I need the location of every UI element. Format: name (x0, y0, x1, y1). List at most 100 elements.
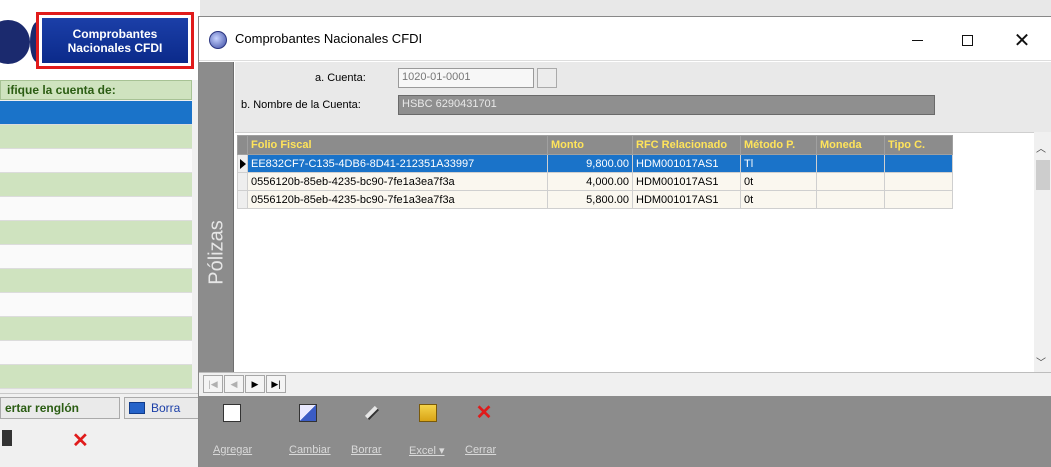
list-row[interactable] (0, 173, 192, 197)
scroll-down-icon[interactable]: ﹀ (1036, 354, 1046, 369)
cell-monto[interactable]: 4,000.00 (547, 172, 633, 191)
table-row[interactable]: EE832CF7-C135-4DB6-8D41-212351A33997 9,8… (237, 154, 953, 173)
app-logo (0, 20, 30, 64)
last-record-icon: ▶| (271, 378, 281, 389)
background-topbar: Comprobantes Nacionales CFDI (0, 0, 200, 80)
record-navigator: |◀ ◀ ▶ ▶| (199, 372, 1051, 396)
list-row[interactable] (0, 269, 192, 293)
cell-rfc[interactable]: HDM001017AS1 (632, 172, 741, 191)
cerrar-button[interactable]: ✕ Cerrar (465, 400, 507, 462)
scroll-up-icon[interactable]: ︿ (1036, 140, 1046, 155)
column-header-monto[interactable]: Monto (547, 135, 633, 155)
list-row[interactable] (0, 197, 192, 221)
grid-vertical-scrollbar[interactable]: ︿ ﹀ (1034, 132, 1051, 372)
list-row[interactable] (0, 317, 192, 341)
nombre-cuenta-label: b. Nombre de la Cuenta: (241, 99, 361, 111)
close-button[interactable]: ✕ (999, 25, 1045, 55)
maximize-button[interactable] (944, 25, 990, 55)
borrar-button[interactable]: Borrar (351, 400, 393, 462)
cell-monto[interactable]: 9,800.00 (547, 154, 633, 173)
first-record-icon: |◀ (208, 378, 218, 389)
nombre-cuenta-field[interactable]: HSBC 6290431701 (398, 95, 935, 115)
comprobantes-nacionales-label: Comprobantes Nacionales CFDI (42, 18, 188, 63)
polizas-tab-label: Pólizas (205, 219, 228, 285)
row-indicator-header (237, 135, 248, 155)
cell-rfc[interactable]: HDM001017AS1 (632, 154, 741, 173)
prev-record-icon: ◀ (230, 378, 238, 389)
nav-prev-button[interactable]: ◀ (224, 375, 244, 393)
cambiar-button[interactable]: Cambiar (289, 400, 331, 462)
column-header-rfc[interactable]: RFC Relacionado (632, 135, 741, 155)
comprobantes-nacionales-button[interactable]: Comprobantes Nacionales CFDI (36, 12, 194, 69)
list-row[interactable] (0, 221, 192, 245)
list-row[interactable] (0, 125, 192, 149)
window-title: Comprobantes Nacionales CFDI (235, 31, 423, 46)
delete-button-label: Borra (151, 401, 181, 415)
column-header-tipo[interactable]: Tipo C. (884, 135, 953, 155)
list-row[interactable] (0, 365, 192, 389)
cell-monto[interactable]: 5,800.00 (547, 190, 633, 209)
cell-folio[interactable]: 0556120b-85eb-4235-bc90-7fe1a3ea7f3a (247, 172, 548, 191)
cuenta-input[interactable]: 1020-01-0001 (398, 68, 534, 88)
cell-metodo[interactable]: 0t (740, 190, 817, 209)
excel-button[interactable]: Excel ▾ (409, 400, 451, 462)
document-icon[interactable] (2, 430, 12, 446)
agregar-label: Agregar (213, 444, 253, 456)
row-indicator (237, 154, 248, 173)
cell-metodo[interactable]: 0t (740, 172, 817, 191)
cfdi-table: Folio Fiscal Monto RFC Relacionado Métod… (237, 135, 953, 209)
next-record-icon: ▶ (251, 378, 259, 389)
nav-last-button[interactable]: ▶| (266, 375, 286, 393)
window-titlebar[interactable]: Comprobantes Nacionales CFDI ✕ (199, 17, 1051, 61)
maximize-icon (961, 34, 973, 46)
close-x-icon[interactable]: ✕ (72, 428, 89, 453)
cell-moneda[interactable] (816, 154, 885, 173)
list-row[interactable] (0, 341, 192, 365)
list-row[interactable] (0, 293, 192, 317)
polizas-tab-label-wrap: Pólizas (201, 202, 233, 302)
cell-folio[interactable]: EE832CF7-C135-4DB6-8D41-212351A33997 (247, 154, 548, 173)
cell-tipo[interactable] (884, 154, 953, 173)
minimize-button[interactable] (894, 25, 940, 55)
cell-moneda[interactable] (816, 172, 885, 191)
account-header-label: ifique la cuenta de: (0, 80, 192, 100)
cell-moneda[interactable] (816, 190, 885, 209)
cell-metodo[interactable]: Tl (740, 154, 817, 173)
nav-first-button[interactable]: |◀ (203, 375, 223, 393)
delete-button[interactable]: Borra (124, 397, 200, 419)
app-globe-icon (209, 31, 227, 49)
close-red-icon: ✕ (475, 402, 493, 424)
agregar-button[interactable]: Agregar (213, 400, 255, 462)
comprobantes-dialog: Comprobantes Nacionales CFDI ✕ Pólizas a… (198, 16, 1051, 467)
scroll-thumb[interactable] (1036, 160, 1050, 190)
cell-tipo[interactable] (884, 190, 953, 209)
borrar-label: Borrar (351, 444, 382, 456)
minimize-icon (911, 39, 923, 41)
cambiar-label: Cambiar (289, 444, 331, 456)
table-row[interactable]: 0556120b-85eb-4235-bc90-7fe1a3ea7f3a 5,8… (237, 190, 953, 209)
background-app: Comprobantes Nacionales CFDI ifique la c… (0, 0, 200, 467)
excel-label: Excel ▾ (409, 445, 445, 457)
cfdi-grid: Folio Fiscal Monto RFC Relacionado Métod… (235, 132, 1051, 372)
polizas-side-tab[interactable]: Pólizas (199, 62, 234, 402)
excel-icon (419, 404, 437, 422)
cell-rfc[interactable]: HDM001017AS1 (632, 190, 741, 209)
list-row[interactable] (0, 245, 192, 269)
table-row[interactable]: 0556120b-85eb-4235-bc90-7fe1a3ea7f3a 4,0… (237, 172, 953, 191)
new-document-icon (223, 404, 241, 422)
close-icon: ✕ (1013, 29, 1031, 52)
column-header-metodo[interactable]: Método P. (740, 135, 817, 155)
column-header-moneda[interactable]: Moneda (816, 135, 885, 155)
cuenta-label: a. Cuenta: (315, 72, 366, 84)
table-header-row: Folio Fiscal Monto RFC Relacionado Métod… (237, 135, 953, 155)
cuenta-lookup-button[interactable] (537, 68, 557, 88)
cell-tipo[interactable] (884, 172, 953, 191)
column-header-folio[interactable]: Folio Fiscal (247, 135, 548, 155)
cell-folio[interactable]: 0556120b-85eb-4235-bc90-7fe1a3ea7f3a (247, 190, 548, 209)
eraser-icon (364, 405, 380, 421)
insert-row-button[interactable]: ertar renglón (0, 397, 120, 419)
list-row[interactable] (0, 149, 192, 173)
nav-next-button[interactable]: ▶ (245, 375, 265, 393)
row-indicator (237, 172, 248, 191)
list-row[interactable] (0, 101, 192, 125)
